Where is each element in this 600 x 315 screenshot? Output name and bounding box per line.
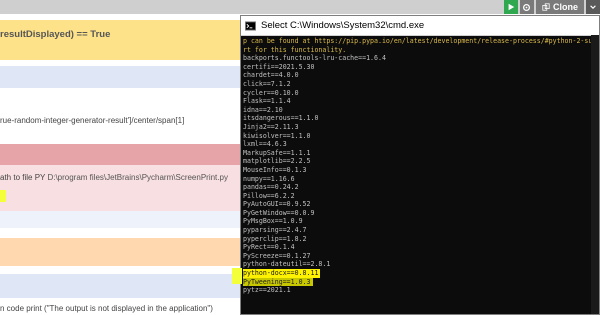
cmd-output-line: PyRect==0.1.4 [243,243,599,252]
cmd-output-line: PyScreeze==0.1.27 [243,252,599,261]
cmd-output-line: pytz==2021.1 [243,286,599,295]
cmd-output-text: Jinja2==2.11.3 [243,122,299,131]
clone-button[interactable]: Clone [535,0,584,14]
cmd-output-line: PyTweening==1.0.3 [243,277,599,287]
cmd-output-line: numpy==1.16.6 [243,175,599,184]
clone-label: Clone [552,2,578,12]
cmd-output-line: kiwisolver==1.1.0 [243,132,599,141]
cmd-output-text: lxml==4.6.3 [243,140,287,149]
cmd-output-text: pyperclip==1.8.2 [243,234,307,243]
cmd-output-text: PyTweening==1.0.3 [243,277,313,287]
cmd-output-line: cycler==0.10.0 [243,89,599,98]
settings-button[interactable] [519,0,534,14]
file-path-value: D:\program files\JetBrains\Pycharm\Scree… [47,173,228,182]
cmd-output-text: PyAutoGUI==0.9.52 [243,200,311,209]
assert-condition-text: resultDisplayed) == True [0,29,111,40]
cmd-output-text: Pillow==6.2.2 [243,191,295,200]
cmd-output-line: Flask==1.1.4 [243,97,599,106]
cmd-output-text: matplotlib==2.2.5 [243,157,311,166]
cmd-output-text: python-docx==0.8.11 [243,269,321,278]
highlight-mark [232,268,242,284]
cmd-output-line: Pillow==6.2.2 [243,192,599,201]
chevron-down-icon [590,5,596,9]
cmd-output-text: MouseInfo==0.1.3 [243,165,307,174]
cmd-output-line: lxml==4.6.3 [243,140,599,149]
cmd-titlebar[interactable]: Select C:\Windows\System32\cmd.exe [241,16,599,36]
cmd-output-line: certifi==2021.5.30 [243,63,599,72]
cmd-output-text: cycler==0.10.0 [243,88,299,97]
cmd-output-text: numpy==1.16.6 [243,174,295,183]
run-button[interactable] [503,0,518,14]
cmd-output-line: rt for this functionality. [243,46,599,55]
gear-icon [523,3,531,11]
cmd-output-text: PyScreeze==0.1.27 [243,251,311,260]
cmd-scrollbar[interactable] [591,35,599,314]
cmd-output-text: MarkupSafe==1.1.1 [243,148,311,157]
cmd-output-text: idna==2.10 [243,105,283,114]
play-icon [508,3,515,11]
cmd-output-line: PyGetWindow==0.0.9 [243,209,599,218]
cmd-output-line: pyparsing==2.4.7 [243,226,599,235]
toolbar-buttons: Clone [503,0,600,14]
cmd-output-line: PyMsgBox==1.0.9 [243,217,599,226]
cmd-output-line: python-dateutil==2.8.1 [243,260,599,269]
cmd-icon [245,20,256,31]
cmd-output-text: pandas==0.24.2 [243,183,299,192]
file-path-text: ath to file PY D:\program files\JetBrain… [0,173,228,182]
app-toolbar: Clone [0,0,600,14]
cmd-output-line: Jinja2==2.11.3 [243,123,599,132]
cmd-output-line: click==7.1.2 [243,80,599,89]
xpath-text: rue-random-integer-generator-result']/ce… [0,116,185,125]
cmd-output-text: rt for this functionality. [243,45,347,54]
cmd-output-text: kiwisolver==1.1.0 [243,131,311,140]
cmd-output-text: PyRect==0.1.4 [243,243,295,252]
run-code-text: n code print ("The output is not display… [0,304,213,313]
cmd-output-line: itsdangerous==1.1.0 [243,114,599,123]
cmd-output-line: chardet==4.0.0 [243,71,599,80]
cmd-output-text: Flask==1.1.4 [243,97,291,106]
cmd-output-line: backports.functools-lru-cache==1.6.4 [243,54,599,63]
cmd-output-text: pyparsing==2.4.7 [243,226,307,235]
cmd-output-text: PyMsgBox==1.0.9 [243,217,303,226]
cmd-output-text: python-dateutil==2.8.1 [243,260,331,269]
cmd-output-text: PyGetWindow==0.0.9 [243,208,315,217]
menu-dropdown-button[interactable] [586,0,600,14]
cmd-output-line: python-docx==0.8.11 [243,269,599,278]
cmd-window-title: Select C:\Windows\System32\cmd.exe [261,20,425,31]
cmd-output-text: click==7.1.2 [243,79,291,88]
cmd-window[interactable]: Select C:\Windows\System32\cmd.exe p can… [240,15,600,315]
cmd-output-line: p can be found at https://pip.pypa.io/en… [243,37,599,46]
cmd-output-text: p can be found at https://pip.pypa.io/en… [243,37,597,45]
cmd-output-line: matplotlib==2.2.5 [243,157,599,166]
cmd-console-output[interactable]: p can be found at https://pip.pypa.io/en… [241,35,599,314]
cmd-output-line: MarkupSafe==1.1.1 [243,149,599,158]
file-path-label: ath to file PY [0,173,48,182]
cmd-output-line: pandas==0.24.2 [243,183,599,192]
cmd-output-text: pytz==2021.1 [243,286,291,295]
cmd-output-line: PyAutoGUI==0.9.52 [243,200,599,209]
cmd-output-line: MouseInfo==0.1.3 [243,166,599,175]
cmd-output-line: pyperclip==1.8.2 [243,235,599,244]
cmd-output-line: idna==2.10 [243,106,599,115]
cmd-output-text: backports.functools-lru-cache==1.6.4 [243,54,386,63]
highlight-mark [0,190,6,202]
clone-icon [542,3,550,11]
cmd-output-text: certifi==2021.5.30 [243,62,315,71]
cmd-output-text: chardet==4.0.0 [243,71,299,80]
cmd-output-text: itsdangerous==1.1.0 [243,114,319,123]
run-code-value: print ("The output is not displayed in t… [26,304,213,313]
run-code-label: n code [0,304,27,313]
